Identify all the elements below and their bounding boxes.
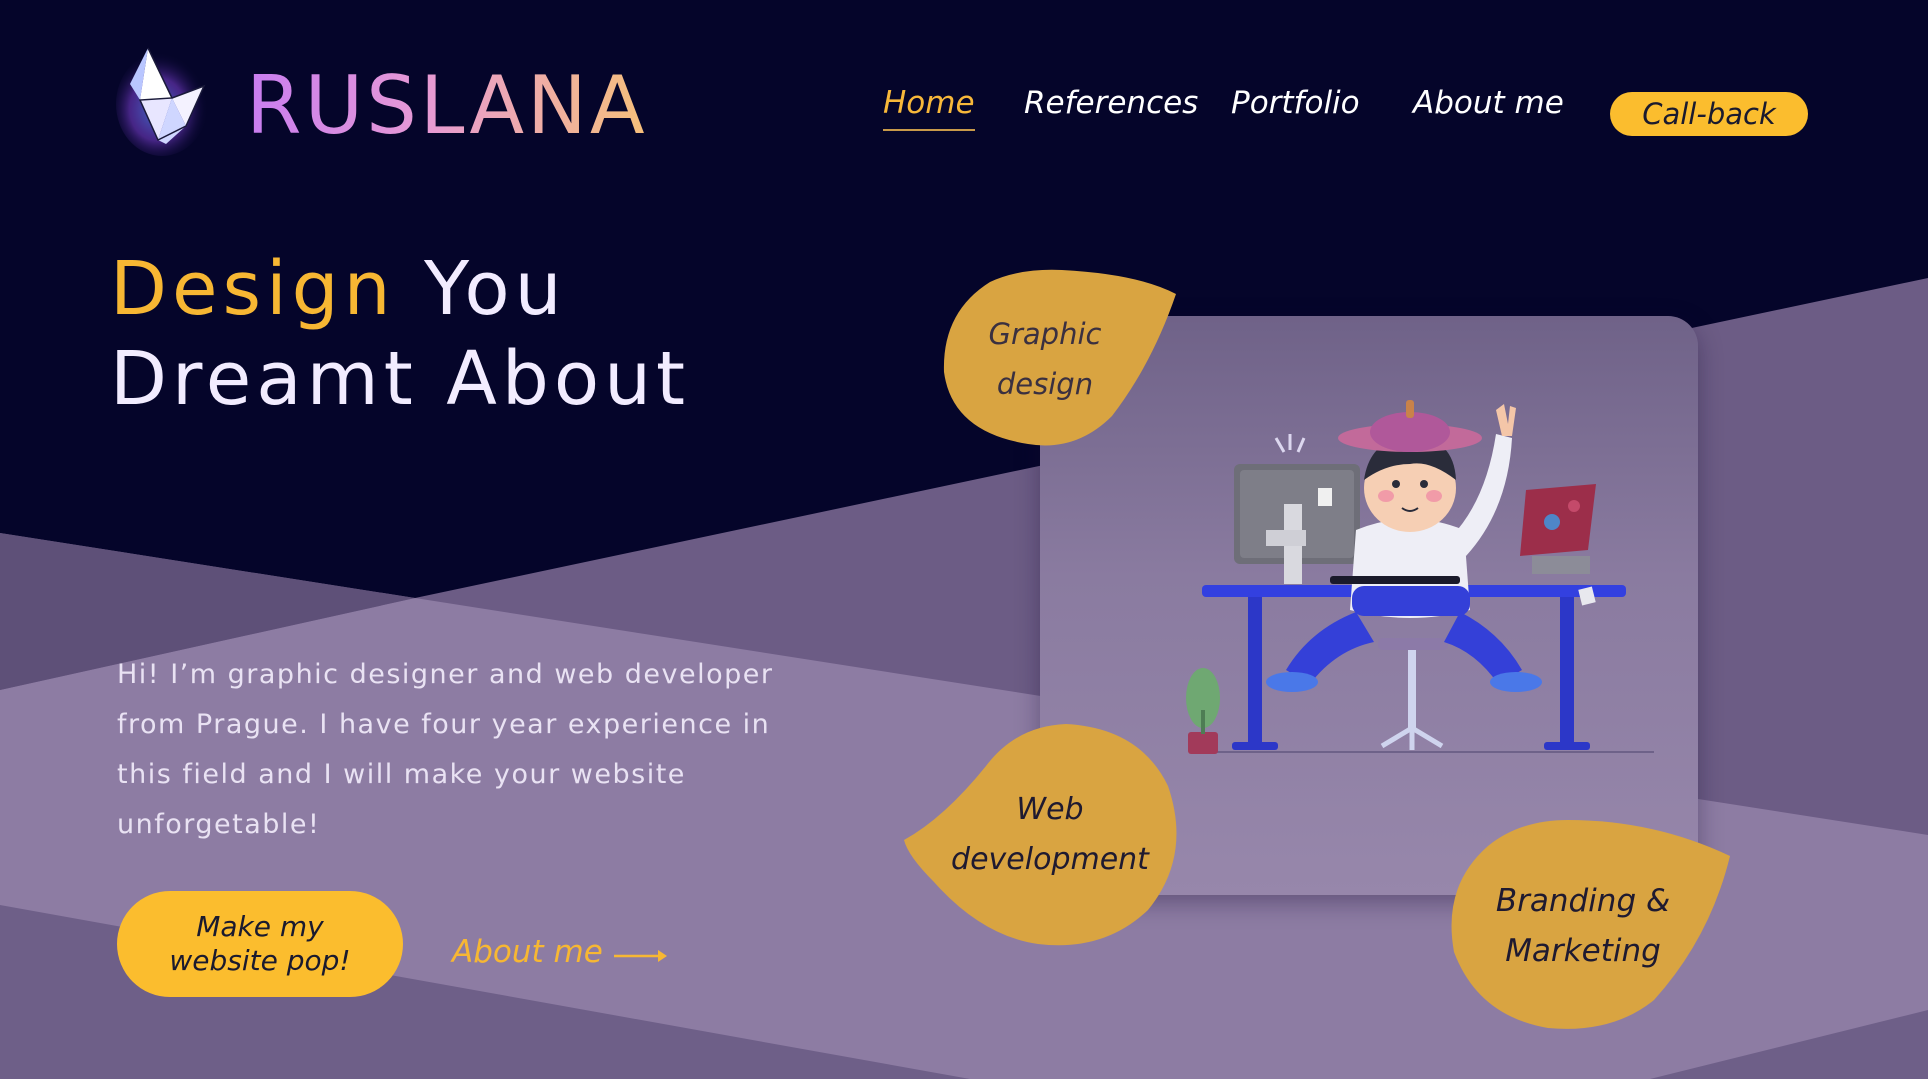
service-label: Web development	[951, 792, 1149, 877]
landing-page: RUSLANA Home References Portfolio About …	[0, 0, 1928, 1079]
hero-title-accent: Design	[110, 246, 396, 332]
arrow-right-icon[interactable]	[612, 945, 668, 967]
nav-about-me[interactable]: About me	[1413, 88, 1564, 119]
brand-name[interactable]: RUSLANA	[246, 66, 648, 146]
intro-text: Hi! I’m graphic designer and web develop…	[117, 659, 774, 840]
service-label: Graphic design	[988, 317, 1102, 401]
hero-title-rest: You	[395, 246, 567, 332]
nav-references[interactable]: References	[1024, 88, 1198, 119]
service-branding-marketing[interactable]: Branding & Marketing	[1448, 818, 1732, 1034]
hero-title-line-2: Dreamt About	[110, 336, 691, 422]
service-label: Branding & Marketing	[1495, 883, 1671, 969]
nav-portfolio[interactable]: Portfolio	[1231, 88, 1360, 119]
hero-title-line-1: Design You	[110, 252, 567, 326]
nav-home[interactable]: Home	[883, 88, 975, 131]
about-me-link[interactable]: About me	[452, 934, 603, 970]
designer-at-desk-illustration	[1186, 400, 1654, 754]
make-website-pop-button[interactable]: Make my website pop!	[117, 891, 403, 997]
call-back-button[interactable]: Call-back	[1610, 92, 1808, 136]
service-graphic-design[interactable]: Graphic design	[942, 268, 1178, 450]
origami-crane-icon[interactable]	[112, 40, 222, 160]
cta-label: Make my website pop!	[169, 910, 351, 977]
service-web-development[interactable]: Web development	[904, 722, 1184, 948]
